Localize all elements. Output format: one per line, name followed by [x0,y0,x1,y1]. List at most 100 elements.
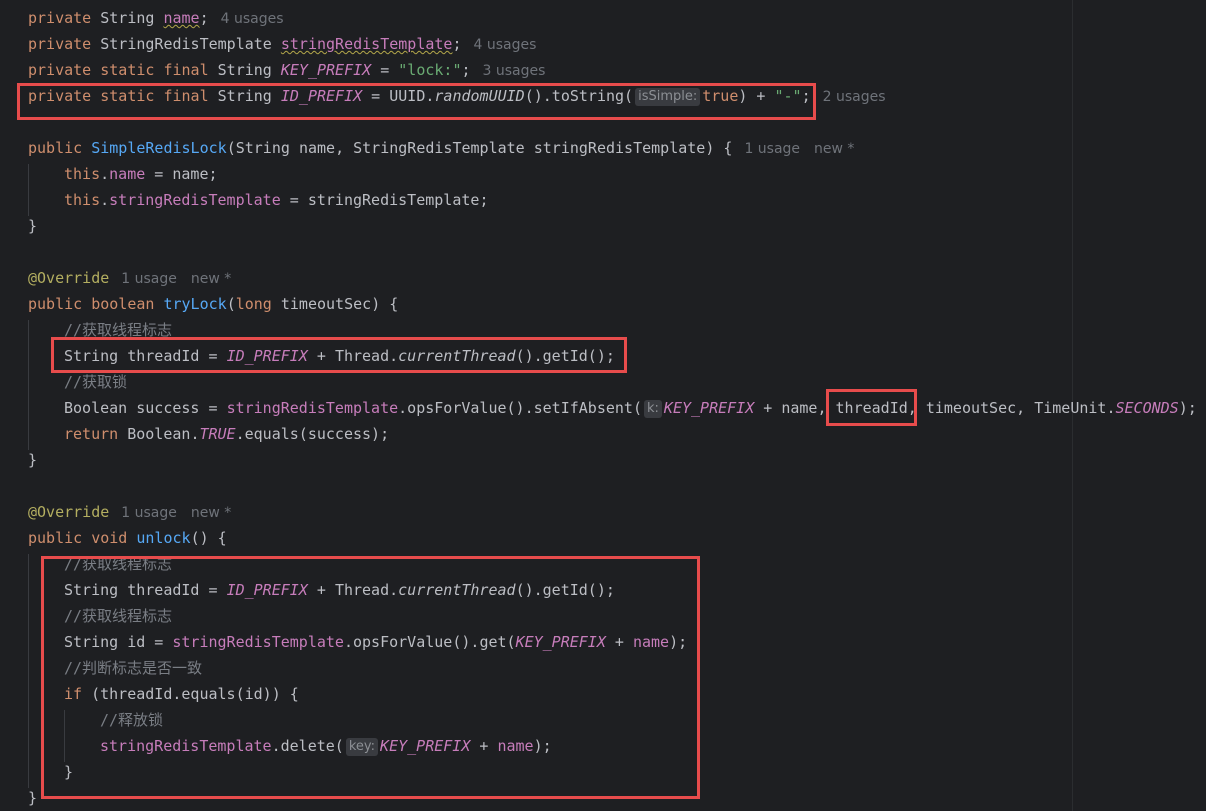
assign-operator: = [145,633,173,651]
close-brace: } [28,789,38,807]
open-paren: ( [226,295,236,313]
method-current-thread: currentThread [398,347,516,365]
usages-hint[interactable]: 3 usages [483,63,546,79]
keyword-static: static [100,61,155,79]
code-line-if[interactable]: if (threadId.equals(id)) { [64,681,299,707]
keyword-private: private [28,9,92,27]
assign-operator: = [199,347,227,365]
code-line-comment[interactable]: //获取线程标志 [64,317,172,343]
code-line-id-prefix[interactable]: private static final String ID_PREFIX = … [28,83,886,109]
code-line-field-name[interactable]: private String name; 4 usages [28,5,284,31]
keyword-final: final [163,87,209,105]
code-line-override-annotation[interactable]: @Override 1 usage new * [28,265,231,291]
call-ops-for-value: .opsForValue(). [398,399,534,417]
call-get-id: getId(); [542,581,615,599]
method-current-thread: currentThread [398,581,516,599]
comment-get-thread-id: //获取线程标志 [64,555,173,573]
code-editor[interactable]: private String name; 4 usages private Str… [0,0,1206,811]
code-line-comment[interactable]: //释放锁 [100,707,163,733]
call-to-string: ().toString( [524,87,634,105]
code-line-assign-template[interactable]: this.stringRedisTemplate = stringRedisTe… [64,187,488,213]
comma: , [817,399,836,417]
new-marker-hint[interactable]: new * [814,141,854,157]
code-line-close-brace[interactable]: } [64,759,73,785]
call-dot: (). [515,581,543,599]
open-paren: ( [226,139,236,157]
keyword-return: return [64,425,119,443]
type-string: String [64,347,119,365]
type-boolean: Boolean [127,425,191,443]
call-set-if-absent: setIfAbsent( [533,399,642,417]
indent-guide [28,554,29,788]
constructor-name: SimpleRedisLock [91,139,227,157]
type-time-unit: TimeUnit [1034,399,1107,417]
assign-operator: = [362,87,390,105]
code-line-close-brace[interactable]: } [28,785,37,811]
param-hint-key: key: [345,738,379,756]
usages-hint[interactable]: 2 usages [823,89,886,105]
code-line-comment[interactable]: //获取线程标志 [64,551,172,577]
comma: , [335,139,354,157]
semicolon: ; [461,61,471,79]
constant-key-prefix: KEY_PREFIX [515,633,606,651]
new-marker-hint[interactable]: new * [191,505,231,521]
code-line-thread-id[interactable]: String threadId = ID_PREFIX + Thread.cur… [64,343,615,369]
code-line-return[interactable]: return Boolean.TRUE.equals(success); [64,421,389,447]
code-line-delete[interactable]: stringRedisTemplate.delete(key: KEY_PREFI… [100,733,552,759]
usages-hint[interactable]: 4 usages [474,37,537,53]
code-line-override-annotation[interactable]: @Override 1 usage new * [28,499,231,525]
indent-guide [28,164,29,216]
type-boolean: Boolean [64,399,128,417]
code-line-key-prefix[interactable]: private static final String KEY_PREFIX =… [28,57,545,83]
type-redis-template: StringRedisTemplate [353,139,525,157]
plus-operator: + [754,399,782,417]
assign-operator: = [145,165,173,183]
usages-hint[interactable]: 1 usage [744,141,800,157]
semicolon: ; [801,87,811,105]
constant-id-prefix: ID_PREFIX [280,87,363,105]
code-line-thread-id[interactable]: String threadId = ID_PREFIX + Thread.cur… [64,577,615,603]
assign-operator: = [371,61,399,79]
field-string-redis-template: stringRedisTemplate [172,633,344,651]
code-line-comment[interactable]: //获取线程标志 [64,603,172,629]
type-string: String [100,9,155,27]
code-line-comment[interactable]: //判断标志是否一致 [64,655,202,681]
comma: , [907,399,926,417]
type-thread: Thread [334,347,390,365]
assign-operator: = [199,581,227,599]
code-line-assign-name[interactable]: this.name = name; [64,161,218,187]
constant-key-prefix: KEY_PREFIX [380,737,471,755]
code-line-close-brace[interactable]: } [28,213,37,239]
new-marker-hint[interactable]: new * [191,271,231,287]
field-name: name [163,9,200,27]
code-line-comment[interactable]: //获取锁 [64,369,127,395]
code-line-get-id[interactable]: String id = stringRedisTemplate.opsForVa… [64,629,687,655]
code-line-close-brace[interactable]: } [28,447,37,473]
code-line-trylock-signature[interactable]: public boolean tryLock(long timeoutSec) … [28,291,398,317]
close-brace: } [64,763,74,781]
var-id: id [127,633,146,651]
code-line-set-if-absent[interactable]: Boolean success = stringRedisTemplate.op… [64,395,1197,421]
field-string-redis-template: stringRedisTemplate [280,35,453,53]
usages-hint[interactable]: 4 usages [221,11,284,27]
usages-hint[interactable]: 1 usage [121,271,177,287]
type-string: String [64,633,119,651]
code-line-unlock-signature[interactable]: public void unlock() { [28,525,227,551]
code-line-field-template[interactable]: private StringRedisTemplate stringRedisT… [28,31,536,57]
code-line-constructor-signature[interactable]: public SimpleRedisLock(String name, Stri… [28,135,854,161]
constant-seconds: SECONDS [1115,399,1179,417]
usages-hint[interactable]: 1 usage [121,505,177,521]
